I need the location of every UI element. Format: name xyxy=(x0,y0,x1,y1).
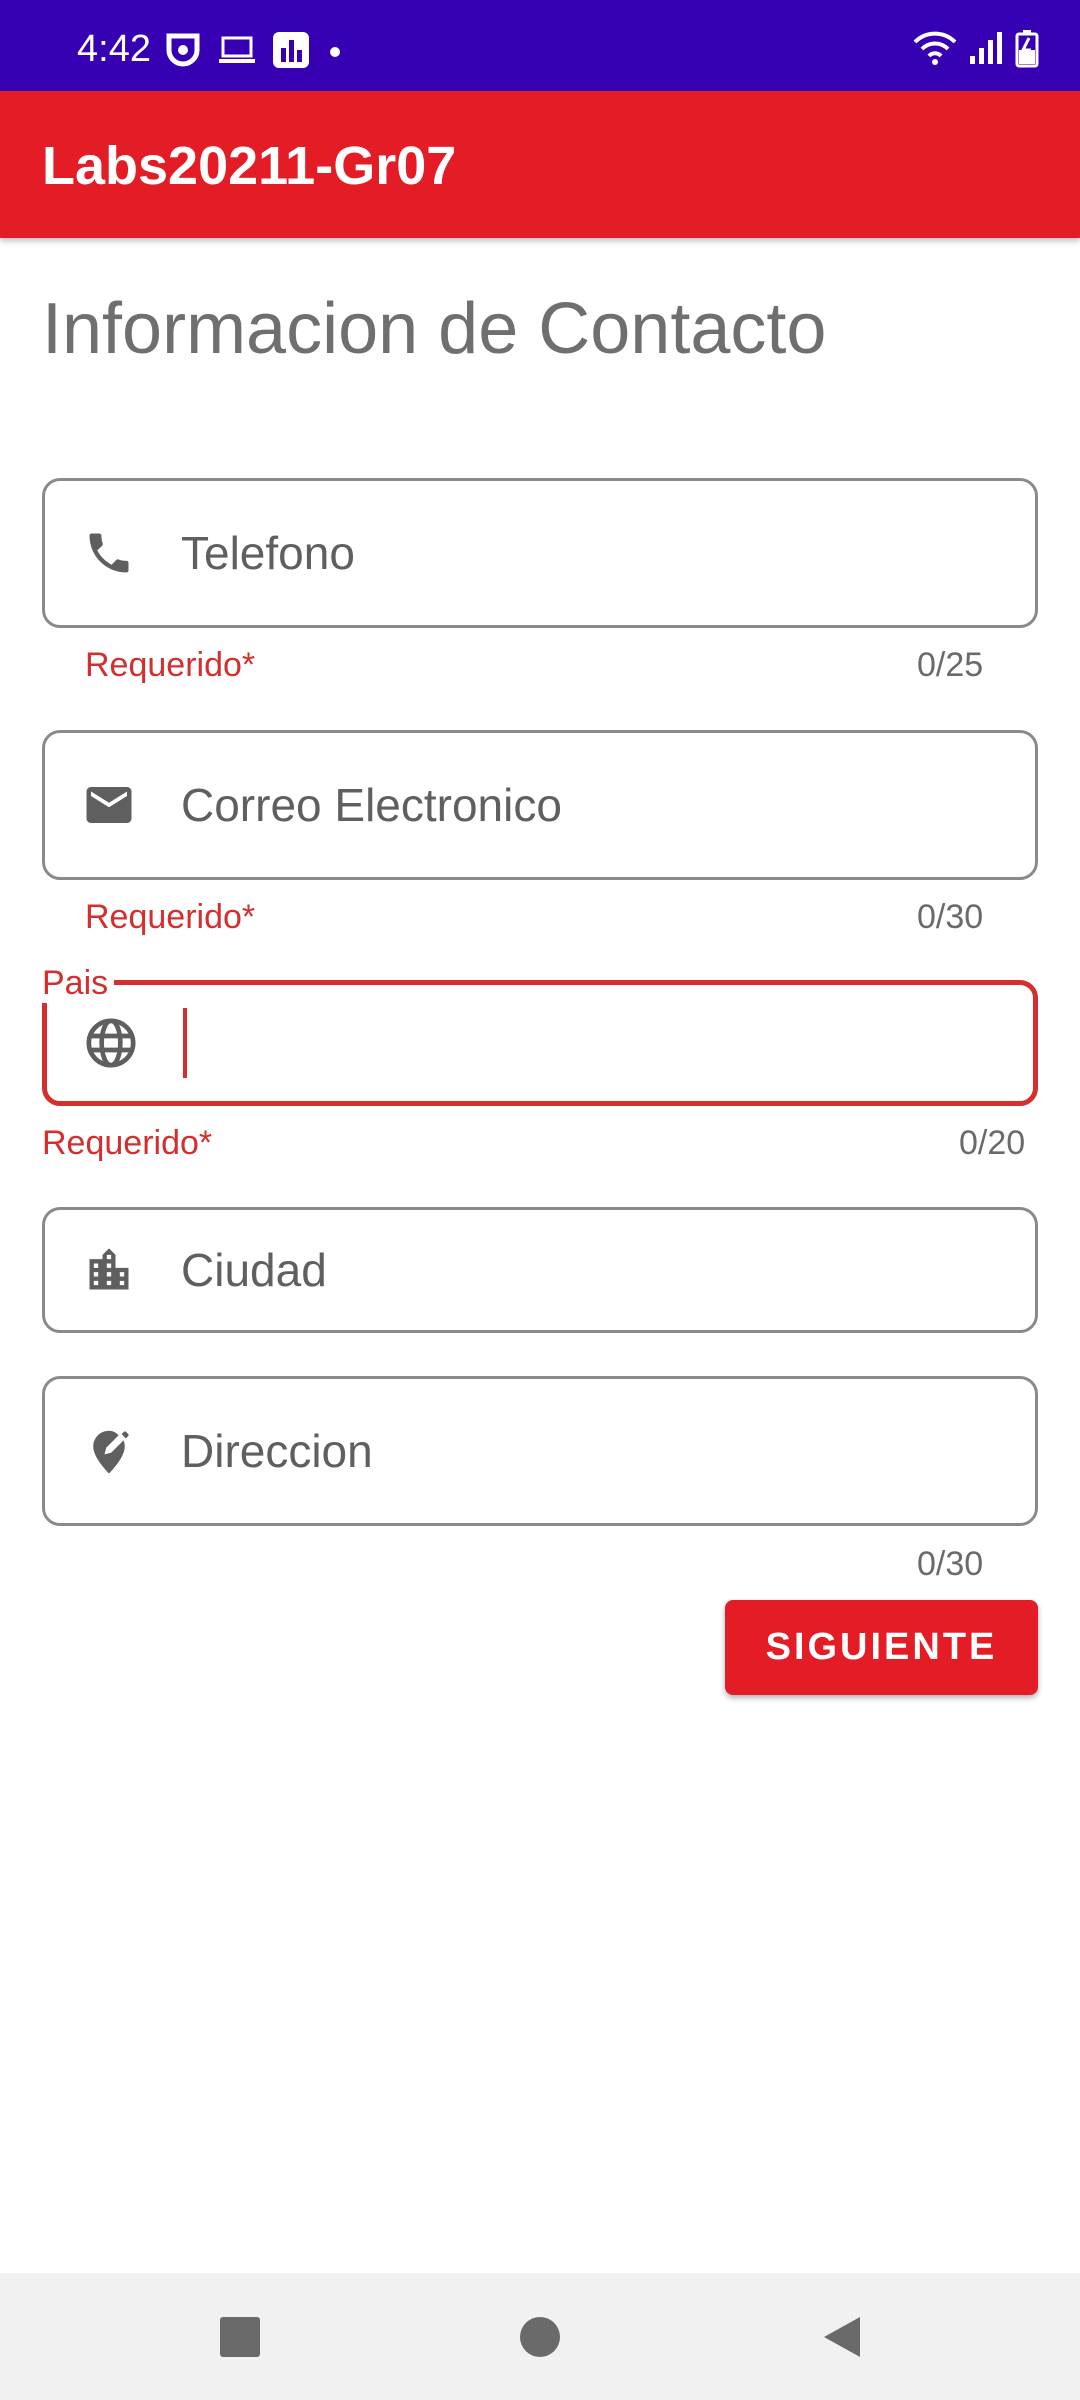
wifi-icon xyxy=(913,31,957,65)
next-button[interactable]: SIGUIENTE xyxy=(725,1600,1038,1695)
back-icon[interactable] xyxy=(816,2311,868,2363)
country-field[interactable] xyxy=(42,980,1038,1106)
country-helper-text: Requerido* xyxy=(42,1124,213,1162)
globe-icon xyxy=(83,1015,139,1071)
address-field[interactable]: Direccion xyxy=(42,1376,1038,1526)
dot-icon xyxy=(330,47,340,57)
text-cursor xyxy=(183,1008,187,1078)
phone-field[interactable]: Telefono xyxy=(42,478,1038,628)
address-counter: 0/30 xyxy=(917,1545,984,1583)
status-notification-icons xyxy=(163,30,345,70)
status-time: 4:42 xyxy=(77,28,151,70)
ring-icon xyxy=(166,33,200,67)
page-title: Informacion de Contacto xyxy=(42,289,827,369)
battery-icon xyxy=(1015,30,1039,68)
app-bar: Labs20211-Gr07 xyxy=(0,91,1080,238)
city-field[interactable]: Ciudad xyxy=(42,1207,1038,1333)
phone-helper-text: Requerido* xyxy=(85,646,256,684)
phone-icon xyxy=(81,525,137,581)
mail-icon xyxy=(81,777,137,833)
recents-icon[interactable] xyxy=(214,2311,266,2363)
status-system-icons xyxy=(912,28,1040,68)
city-placeholder: Ciudad xyxy=(181,1244,327,1296)
signal-icon xyxy=(970,32,1002,64)
home-icon[interactable] xyxy=(514,2311,566,2363)
phone-placeholder: Telefono xyxy=(181,527,355,579)
edit-location-icon xyxy=(81,1423,137,1479)
stats-icon xyxy=(273,32,309,68)
status-bar: 4:42 xyxy=(0,0,1080,91)
navigation-bar xyxy=(0,2273,1080,2400)
country-counter: 0/20 xyxy=(959,1124,1026,1162)
email-helper-text: Requerido* xyxy=(85,898,256,936)
email-placeholder: Correo Electronico xyxy=(181,779,562,831)
address-placeholder: Direccion xyxy=(181,1425,373,1477)
email-field[interactable]: Correo Electronico xyxy=(42,730,1038,880)
country-label: Pais xyxy=(42,964,115,1003)
email-counter: 0/30 xyxy=(917,898,984,936)
laptop-icon xyxy=(219,36,255,63)
city-icon xyxy=(81,1242,137,1298)
phone-counter: 0/25 xyxy=(917,646,984,684)
app-title: Labs20211-Gr07 xyxy=(42,136,457,196)
